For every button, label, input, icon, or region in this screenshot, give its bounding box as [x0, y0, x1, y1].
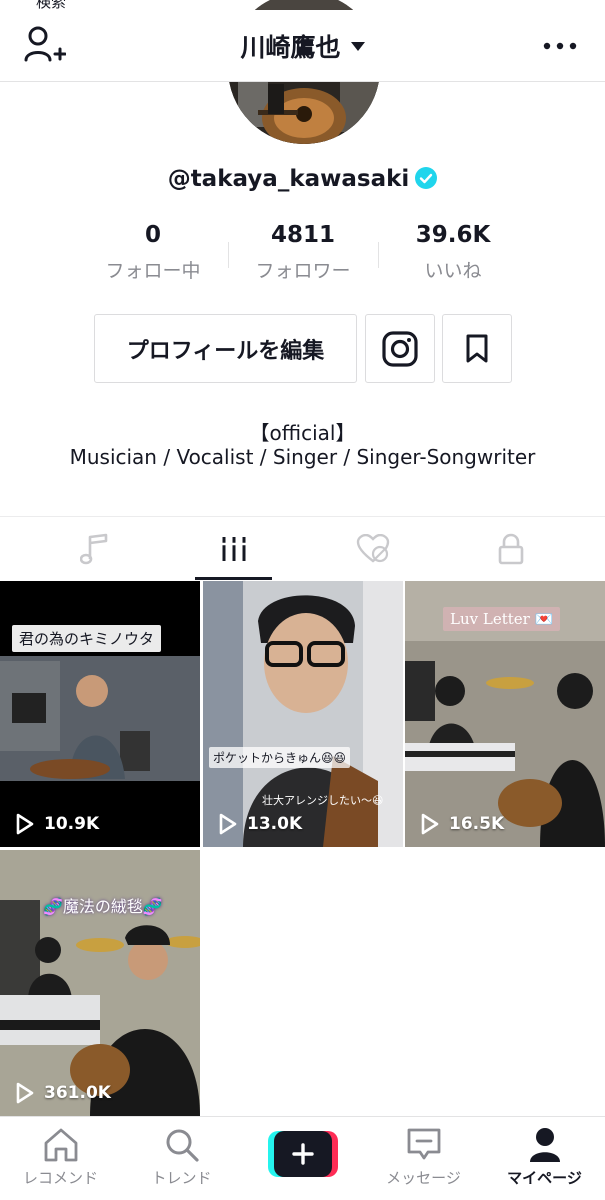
account-switcher[interactable]: 川崎鷹也: [0, 28, 605, 64]
active-tab-indicator: [195, 577, 272, 580]
video-caption: 君の為のキミノウタ: [12, 625, 162, 652]
liked-hidden-icon: [356, 534, 389, 563]
status-text: 検索: [36, 0, 67, 10]
chevron-down-icon: [350, 42, 365, 51]
following-count: 0: [144, 222, 161, 248]
view-count: 16.5K: [421, 813, 504, 835]
view-count-text: 16.5K: [449, 814, 505, 834]
top-header: 川崎鷹也: [0, 10, 605, 82]
search-icon: [166, 1129, 199, 1162]
following-label: フォロー中: [105, 260, 201, 282]
video-thumbnail: [0, 581, 200, 847]
bookmark-icon: [466, 334, 488, 362]
play-icon: [16, 1082, 34, 1104]
instagram-button[interactable]: [365, 314, 435, 383]
view-count: 13.0K: [219, 813, 302, 835]
bio-tag: 【official】: [249, 421, 356, 445]
view-count-text: 13.0K: [247, 814, 303, 834]
home-icon: [44, 1128, 77, 1162]
verified-icon: [415, 167, 438, 189]
more-icon: [543, 42, 577, 50]
nav-trend[interactable]: トレンド: [121, 1117, 242, 1200]
favorites-button[interactable]: [442, 314, 512, 383]
nav-label: メッセージ: [386, 1169, 461, 1187]
play-icon: [219, 813, 237, 835]
tab-music[interactable]: [19, 517, 170, 581]
view-count-text: 10.9K: [44, 814, 100, 834]
nav-label: レコメンド: [22, 1169, 98, 1187]
bio-text: Musician / Vocalist / Singer / Singer-So…: [69, 445, 536, 469]
video-tile[interactable]: ポケットからきゅん😆😆 壮大アレンジしたい〜😆 13.0K: [203, 581, 403, 847]
video-caption: ポケットからきゅん😆😆: [209, 747, 351, 768]
inbox-icon: [407, 1128, 440, 1160]
video-caption: Luv Letter 💌: [443, 607, 561, 631]
profile-tabs: [0, 516, 605, 581]
likes-label: いいね: [424, 260, 482, 282]
tab-videos[interactable]: [158, 517, 309, 581]
edit-profile-button[interactable]: プロフィールを編集: [94, 314, 357, 383]
grid-icon: [220, 537, 247, 561]
video-grid: 君の為のキミノウタ 10.9K ポケットからきゅん😆😆 壮大アレンジしたい〜😆 …: [0, 581, 605, 1116]
nav-mypage[interactable]: マイページ: [484, 1117, 605, 1200]
nav-label: マイページ: [507, 1169, 582, 1187]
bottom-nav: レコメンド トレンド メッセージ マイページ: [0, 1116, 605, 1200]
nav-recommend[interactable]: レコメンド: [0, 1117, 121, 1200]
more-button[interactable]: [543, 34, 577, 58]
view-count: 10.9K: [16, 813, 99, 835]
lock-icon: [498, 533, 523, 565]
plus-icon: [292, 1143, 314, 1165]
profile-icon: [529, 1128, 560, 1162]
stat-followers[interactable]: 4811 フォロワー: [228, 222, 378, 283]
view-count: 361.0K: [16, 1082, 111, 1104]
video-tile[interactable]: 君の為のキミノウタ 10.9K: [0, 581, 200, 847]
video-caption-secondary: 壮大アレンジしたい〜😆: [262, 794, 384, 807]
video-caption: 🧬魔法の絨毯🧬: [43, 897, 163, 916]
followers-count: 4811: [270, 222, 335, 248]
video-tile[interactable]: Luv Letter 💌 16.5K: [405, 581, 605, 847]
nav-label: トレンド: [151, 1169, 212, 1187]
tab-private[interactable]: [435, 517, 586, 581]
create-button[interactable]: [268, 1131, 338, 1177]
play-icon: [16, 813, 34, 835]
play-icon: [421, 813, 439, 835]
music-note-icon: [79, 533, 107, 565]
likes-count: 39.6K: [415, 222, 491, 248]
profile-stats: 0 フォロー中 4811 フォロワー 39.6K いいね: [78, 222, 528, 288]
followers-label: フォロワー: [255, 260, 351, 282]
video-tile[interactable]: 🧬魔法の絨毯🧬 361.0K: [0, 850, 200, 1116]
tab-liked[interactable]: [297, 517, 448, 581]
page-title: 川崎鷹也: [240, 33, 341, 62]
username-text: @takaya_kawasaki: [167, 166, 410, 192]
stat-likes: 39.6K いいね: [378, 222, 528, 283]
nav-messages[interactable]: メッセージ: [363, 1117, 484, 1200]
instagram-icon: [382, 330, 418, 367]
username: @takaya_kawasaki: [0, 166, 605, 192]
stat-following[interactable]: 0 フォロー中: [78, 222, 228, 283]
view-count-text: 361.0K: [44, 1083, 111, 1103]
